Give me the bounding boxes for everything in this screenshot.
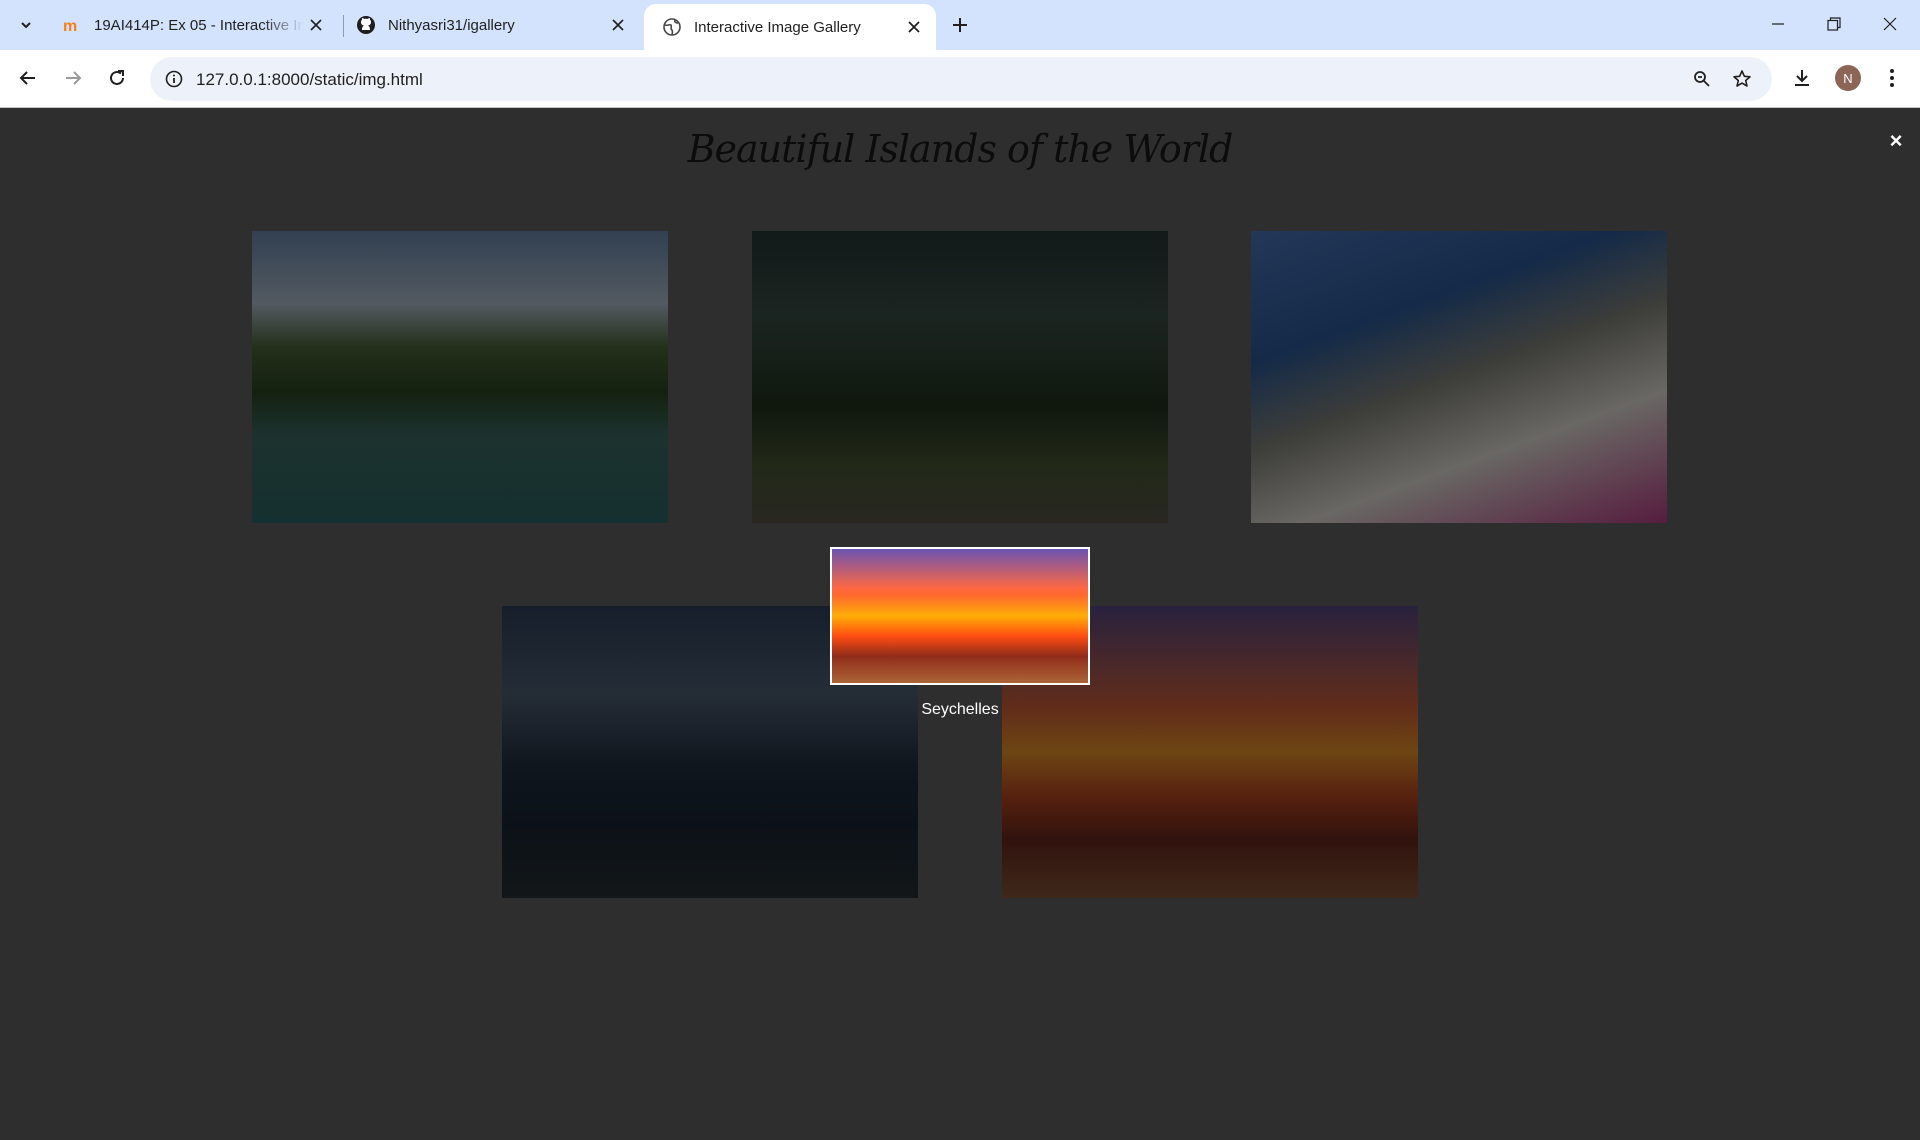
- restore-icon: [1827, 17, 1841, 31]
- tab-strip: m 19AI414P: Ex 05 - Interactive Im Nithy…: [0, 0, 1920, 50]
- tab-title: Interactive Image Gallery: [694, 18, 861, 36]
- chevron-down-icon: [21, 22, 31, 29]
- tab-title: 19AI414P: Ex 05 - Interactive Im: [94, 16, 304, 34]
- lightbox-image[interactable]: [830, 547, 1090, 685]
- svg-text:m: m: [63, 18, 77, 33]
- dim-overlay: [752, 231, 1168, 523]
- plus-icon: [953, 18, 967, 32]
- more-vertical-icon: [1890, 69, 1894, 87]
- download-icon: [1795, 70, 1809, 86]
- downloads-button[interactable]: [1784, 60, 1820, 96]
- gallery-image-santorini[interactable]: [1251, 231, 1667, 523]
- close-tab-icon[interactable]: [606, 13, 630, 37]
- gallery-image-bali[interactable]: [752, 231, 1168, 523]
- bookmark-star-icon[interactable]: [1730, 67, 1754, 91]
- minimize-icon: [1772, 23, 1784, 25]
- lightbox-caption: Seychelles: [921, 701, 999, 718]
- tab-github[interactable]: Nithyasri31/igallery: [338, 0, 640, 50]
- globe-icon: [662, 17, 682, 37]
- forward-button[interactable]: [55, 60, 91, 96]
- gallery-image-palawan[interactable]: [252, 231, 668, 523]
- url-text: 127.0.0.1:8000/static/img.html: [196, 70, 423, 89]
- site-info-icon[interactable]: [162, 67, 186, 91]
- moodle-icon: m: [62, 15, 82, 35]
- browser-menu-button[interactable]: [1874, 60, 1910, 96]
- gallery-page: Beautiful Islands of the World × Seychel…: [0, 109, 1920, 1140]
- minimize-button[interactable]: [1750, 0, 1806, 48]
- profile-avatar[interactable]: N: [1835, 65, 1861, 91]
- close-tab-icon[interactable]: [304, 13, 328, 37]
- dim-overlay: [252, 231, 668, 523]
- new-tab-button[interactable]: [946, 11, 974, 39]
- tab-moodle[interactable]: m 19AI414P: Ex 05 - Interactive Im: [44, 0, 338, 50]
- page-title: Beautiful Islands of the World: [687, 127, 1234, 171]
- close-tab-icon[interactable]: [902, 15, 926, 39]
- reload-button[interactable]: [99, 60, 135, 96]
- reload-icon: [110, 70, 124, 85]
- tab-search-button[interactable]: [12, 11, 40, 39]
- arrow-left-icon: [19, 71, 35, 85]
- github-icon: [356, 15, 376, 35]
- close-icon: [1883, 17, 1897, 31]
- back-button[interactable]: [10, 60, 46, 96]
- window-close-button[interactable]: [1862, 0, 1918, 48]
- arrow-right-icon: [66, 71, 82, 85]
- lightbox-photo: [832, 549, 1088, 683]
- zoom-icon[interactable]: [1690, 67, 1714, 91]
- address-bar[interactable]: 127.0.0.1:8000/static/img.html: [150, 57, 1772, 101]
- lightbox-close-button[interactable]: ×: [1884, 129, 1908, 153]
- tab-gallery-active[interactable]: Interactive Image Gallery: [644, 4, 936, 50]
- tab-title: Nithyasri31/igallery: [388, 16, 515, 34]
- browser-toolbar: 127.0.0.1:8000/static/img.html N: [0, 50, 1920, 108]
- restore-button[interactable]: [1806, 0, 1862, 48]
- dim-overlay: [1251, 231, 1667, 523]
